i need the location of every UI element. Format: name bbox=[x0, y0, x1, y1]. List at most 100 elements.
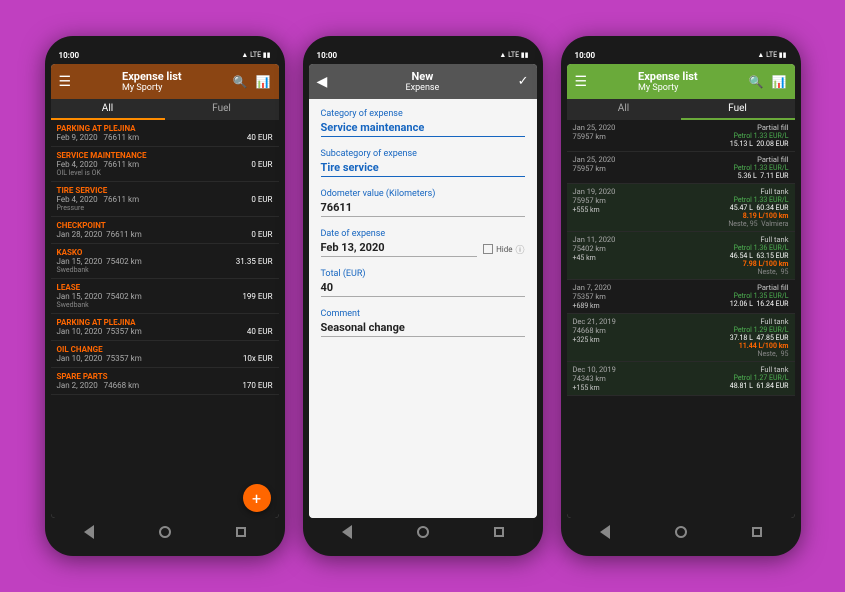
fuel-date-km: Dec 10, 201974343 km+155 km bbox=[573, 365, 616, 392]
list-item[interactable]: KASKO Jan 15, 2020 75402 km 31.35 EUR Sw… bbox=[51, 244, 279, 279]
header-action-icons: 🔍 📊 bbox=[233, 75, 271, 89]
petrol-price: Petrol 1.35 EUR/L bbox=[730, 292, 789, 300]
new-expense-subtitle: Expense bbox=[406, 83, 440, 93]
header-app-title: Expense list bbox=[122, 70, 182, 83]
header-title-group: Expense list My Sporty bbox=[122, 70, 182, 93]
phone-2-nav bbox=[309, 518, 537, 546]
comment-value[interactable]: Seasonal change bbox=[321, 321, 525, 337]
header-title-group: Expense list My Sporty bbox=[638, 70, 698, 93]
expense-note: OIL level is OK bbox=[57, 169, 273, 177]
liters-cost: 15.13 L 20.08 EUR bbox=[730, 140, 789, 148]
expense-date-km: Jan 15, 2020 75402 km bbox=[57, 257, 142, 266]
fuel-date-km: Jan 11, 202075402 km+45 km bbox=[573, 235, 616, 276]
phone-3-time: 10:00 bbox=[575, 51, 596, 60]
expense-category: CHECKPOINT bbox=[57, 221, 273, 230]
total-field: Total (EUR) 40 bbox=[321, 269, 525, 297]
liters-cost: 48.81 L 61.84 EUR bbox=[730, 382, 789, 390]
list-item[interactable]: TIRE SERVICE Feb 4, 2020 76611 km 0 EUR … bbox=[51, 182, 279, 217]
search-icon[interactable]: 🔍 bbox=[233, 75, 248, 89]
new-expense-title: New bbox=[406, 70, 440, 83]
home-button[interactable] bbox=[673, 524, 689, 540]
fill-type: Full tank bbox=[730, 365, 789, 374]
list-item[interactable]: Jan 7, 202075357 km+689 km Partial fill … bbox=[567, 280, 795, 314]
recents-button[interactable] bbox=[749, 524, 765, 540]
fuel-date-km: Jan 19, 202075957 km+555 km bbox=[573, 187, 616, 228]
list-item[interactable]: Jan 25, 202075957 km Partial fill Petrol… bbox=[567, 120, 795, 152]
expense-amount: 40 EUR bbox=[247, 327, 273, 336]
phone-2: 10:00 ▲ LTE ▮▮ ◀ New Expense ✓ Category … bbox=[303, 36, 543, 556]
checkmark-icon[interactable]: ✓ bbox=[518, 74, 529, 89]
list-item[interactable]: Dec 10, 201974343 km+155 km Full tank Pe… bbox=[567, 362, 795, 396]
chart-icon[interactable]: 📊 bbox=[256, 75, 271, 89]
total-value[interactable]: 40 bbox=[321, 281, 525, 297]
fuel-efficiency: 11.44 L/100 km bbox=[730, 342, 789, 350]
home-button[interactable] bbox=[157, 524, 173, 540]
back-button[interactable] bbox=[81, 524, 97, 540]
info-icon[interactable]: ⓘ bbox=[515, 243, 524, 256]
back-button[interactable] bbox=[597, 524, 613, 540]
subcategory-value[interactable]: Tire service bbox=[321, 161, 525, 177]
tab-fuel[interactable]: Fuel bbox=[165, 99, 279, 120]
add-expense-fab[interactable]: + bbox=[243, 484, 271, 512]
expense-amount: 0 EUR bbox=[251, 195, 272, 204]
list-item[interactable]: Jan 11, 202075402 km+45 km Full tank Pet… bbox=[567, 232, 795, 280]
petrol-price: Petrol 1.27 EUR/L bbox=[730, 374, 789, 382]
odometer-value[interactable]: 76611 bbox=[321, 201, 525, 217]
expense-date-km: Jan 15, 2020 75402 km bbox=[57, 292, 142, 301]
phone-1-topbar: 10:00 ▲ LTE ▮▮ bbox=[51, 46, 279, 64]
list-item[interactable]: CHECKPOINT Jan 28, 2020 76611 km 0 EUR bbox=[51, 217, 279, 244]
hide-checkbox-box[interactable] bbox=[483, 244, 493, 254]
phone-2-screen: ◀ New Expense ✓ Category of expense Serv… bbox=[309, 64, 537, 518]
phone-1-time: 10:00 bbox=[59, 51, 80, 60]
petrol-price: Petrol 1.33 EUR/L bbox=[728, 196, 788, 204]
hide-toggle[interactable]: Hide ⓘ bbox=[483, 243, 524, 256]
expense-category: TIRE SERVICE bbox=[57, 186, 273, 195]
recents-button[interactable] bbox=[491, 524, 507, 540]
back-button[interactable] bbox=[339, 524, 355, 540]
new-expense-form: Category of expense Service maintenance … bbox=[309, 99, 537, 518]
list-item[interactable]: SERVICE MAINTENANCE Feb 4, 2020 76611 km… bbox=[51, 147, 279, 182]
new-expense-title-group: New Expense bbox=[406, 70, 440, 93]
date-value[interactable]: Feb 13, 2020 bbox=[321, 241, 478, 257]
expense-category: PARKING AT PLEJINA bbox=[57, 124, 273, 133]
menu-icon[interactable]: ☰ bbox=[575, 74, 588, 90]
list-item[interactable]: OIL CHANGE Jan 10, 2020 75357 km 10x EUR bbox=[51, 341, 279, 368]
tab-all[interactable]: All bbox=[51, 99, 165, 120]
list-item[interactable]: SPARE PARTS Jan 2, 2020 74668 km 170 EUR bbox=[51, 368, 279, 395]
home-button[interactable] bbox=[415, 524, 431, 540]
search-icon[interactable]: 🔍 bbox=[749, 75, 764, 89]
fuel-right: Full tank Petrol 1.29 EUR/L 37.18 L 47.8… bbox=[730, 317, 789, 358]
list-item[interactable]: Jan 25, 202075957 km Partial fill Petrol… bbox=[567, 152, 795, 184]
phone-1-header: ☰ Expense list My Sporty 🔍 📊 bbox=[51, 64, 279, 99]
phone-2-status-icons: ▲ LTE ▮▮ bbox=[499, 51, 528, 59]
tab-fuel[interactable]: Fuel bbox=[681, 99, 795, 120]
list-item[interactable]: PARKING AT PLEJINA Feb 9, 2020 76611 km … bbox=[51, 120, 279, 147]
list-item[interactable]: Dec 21, 201974668 km+325 km Full tank Pe… bbox=[567, 314, 795, 362]
fuel-date-km: Jan 25, 202075957 km bbox=[573, 155, 616, 180]
chart-icon[interactable]: 📊 bbox=[772, 75, 787, 89]
phone-3-status-icons: ▲ LTE ▮▮ bbox=[757, 51, 786, 59]
fuel-efficiency: 8.19 L/100 km bbox=[728, 212, 788, 220]
fuel-station: Neste, 95 bbox=[730, 350, 789, 358]
expense-category: OIL CHANGE bbox=[57, 345, 273, 354]
expense-date-km: Feb 4, 2020 76611 km bbox=[57, 160, 140, 169]
phone-3-topbar: 10:00 ▲ LTE ▮▮ bbox=[567, 46, 795, 64]
fuel-station: Neste, 95 Valmiera bbox=[728, 220, 788, 228]
recents-button[interactable] bbox=[233, 524, 249, 540]
petrol-price: Petrol 1.29 EUR/L bbox=[730, 326, 789, 334]
expense-category: SERVICE MAINTENANCE bbox=[57, 151, 273, 160]
expense-category: PARKING AT PLEJINA bbox=[57, 318, 273, 327]
fuel-date-km: Jan 25, 202075957 km bbox=[573, 123, 616, 148]
phone-2-topbar: 10:00 ▲ LTE ▮▮ bbox=[309, 46, 537, 64]
subcategory-field: Subcategory of expense Tire service bbox=[321, 149, 525, 177]
back-icon[interactable]: ◀ bbox=[317, 74, 328, 90]
fill-type: Partial fill bbox=[730, 123, 789, 132]
list-item[interactable]: Jan 19, 202075957 km+555 km Full tank Pe… bbox=[567, 184, 795, 232]
fuel-right: Full tank Petrol 1.33 EUR/L 45.47 L 60.3… bbox=[728, 187, 788, 228]
list-item[interactable]: PARKING AT PLEJINA Jan 10, 2020 75357 km… bbox=[51, 314, 279, 341]
tab-all[interactable]: All bbox=[567, 99, 681, 120]
list-item[interactable]: LEASE Jan 15, 2020 75402 km 199 EUR Swed… bbox=[51, 279, 279, 314]
menu-icon[interactable]: ☰ bbox=[59, 74, 72, 90]
header-app-subtitle: My Sporty bbox=[122, 83, 182, 93]
category-value[interactable]: Service maintenance bbox=[321, 121, 525, 137]
